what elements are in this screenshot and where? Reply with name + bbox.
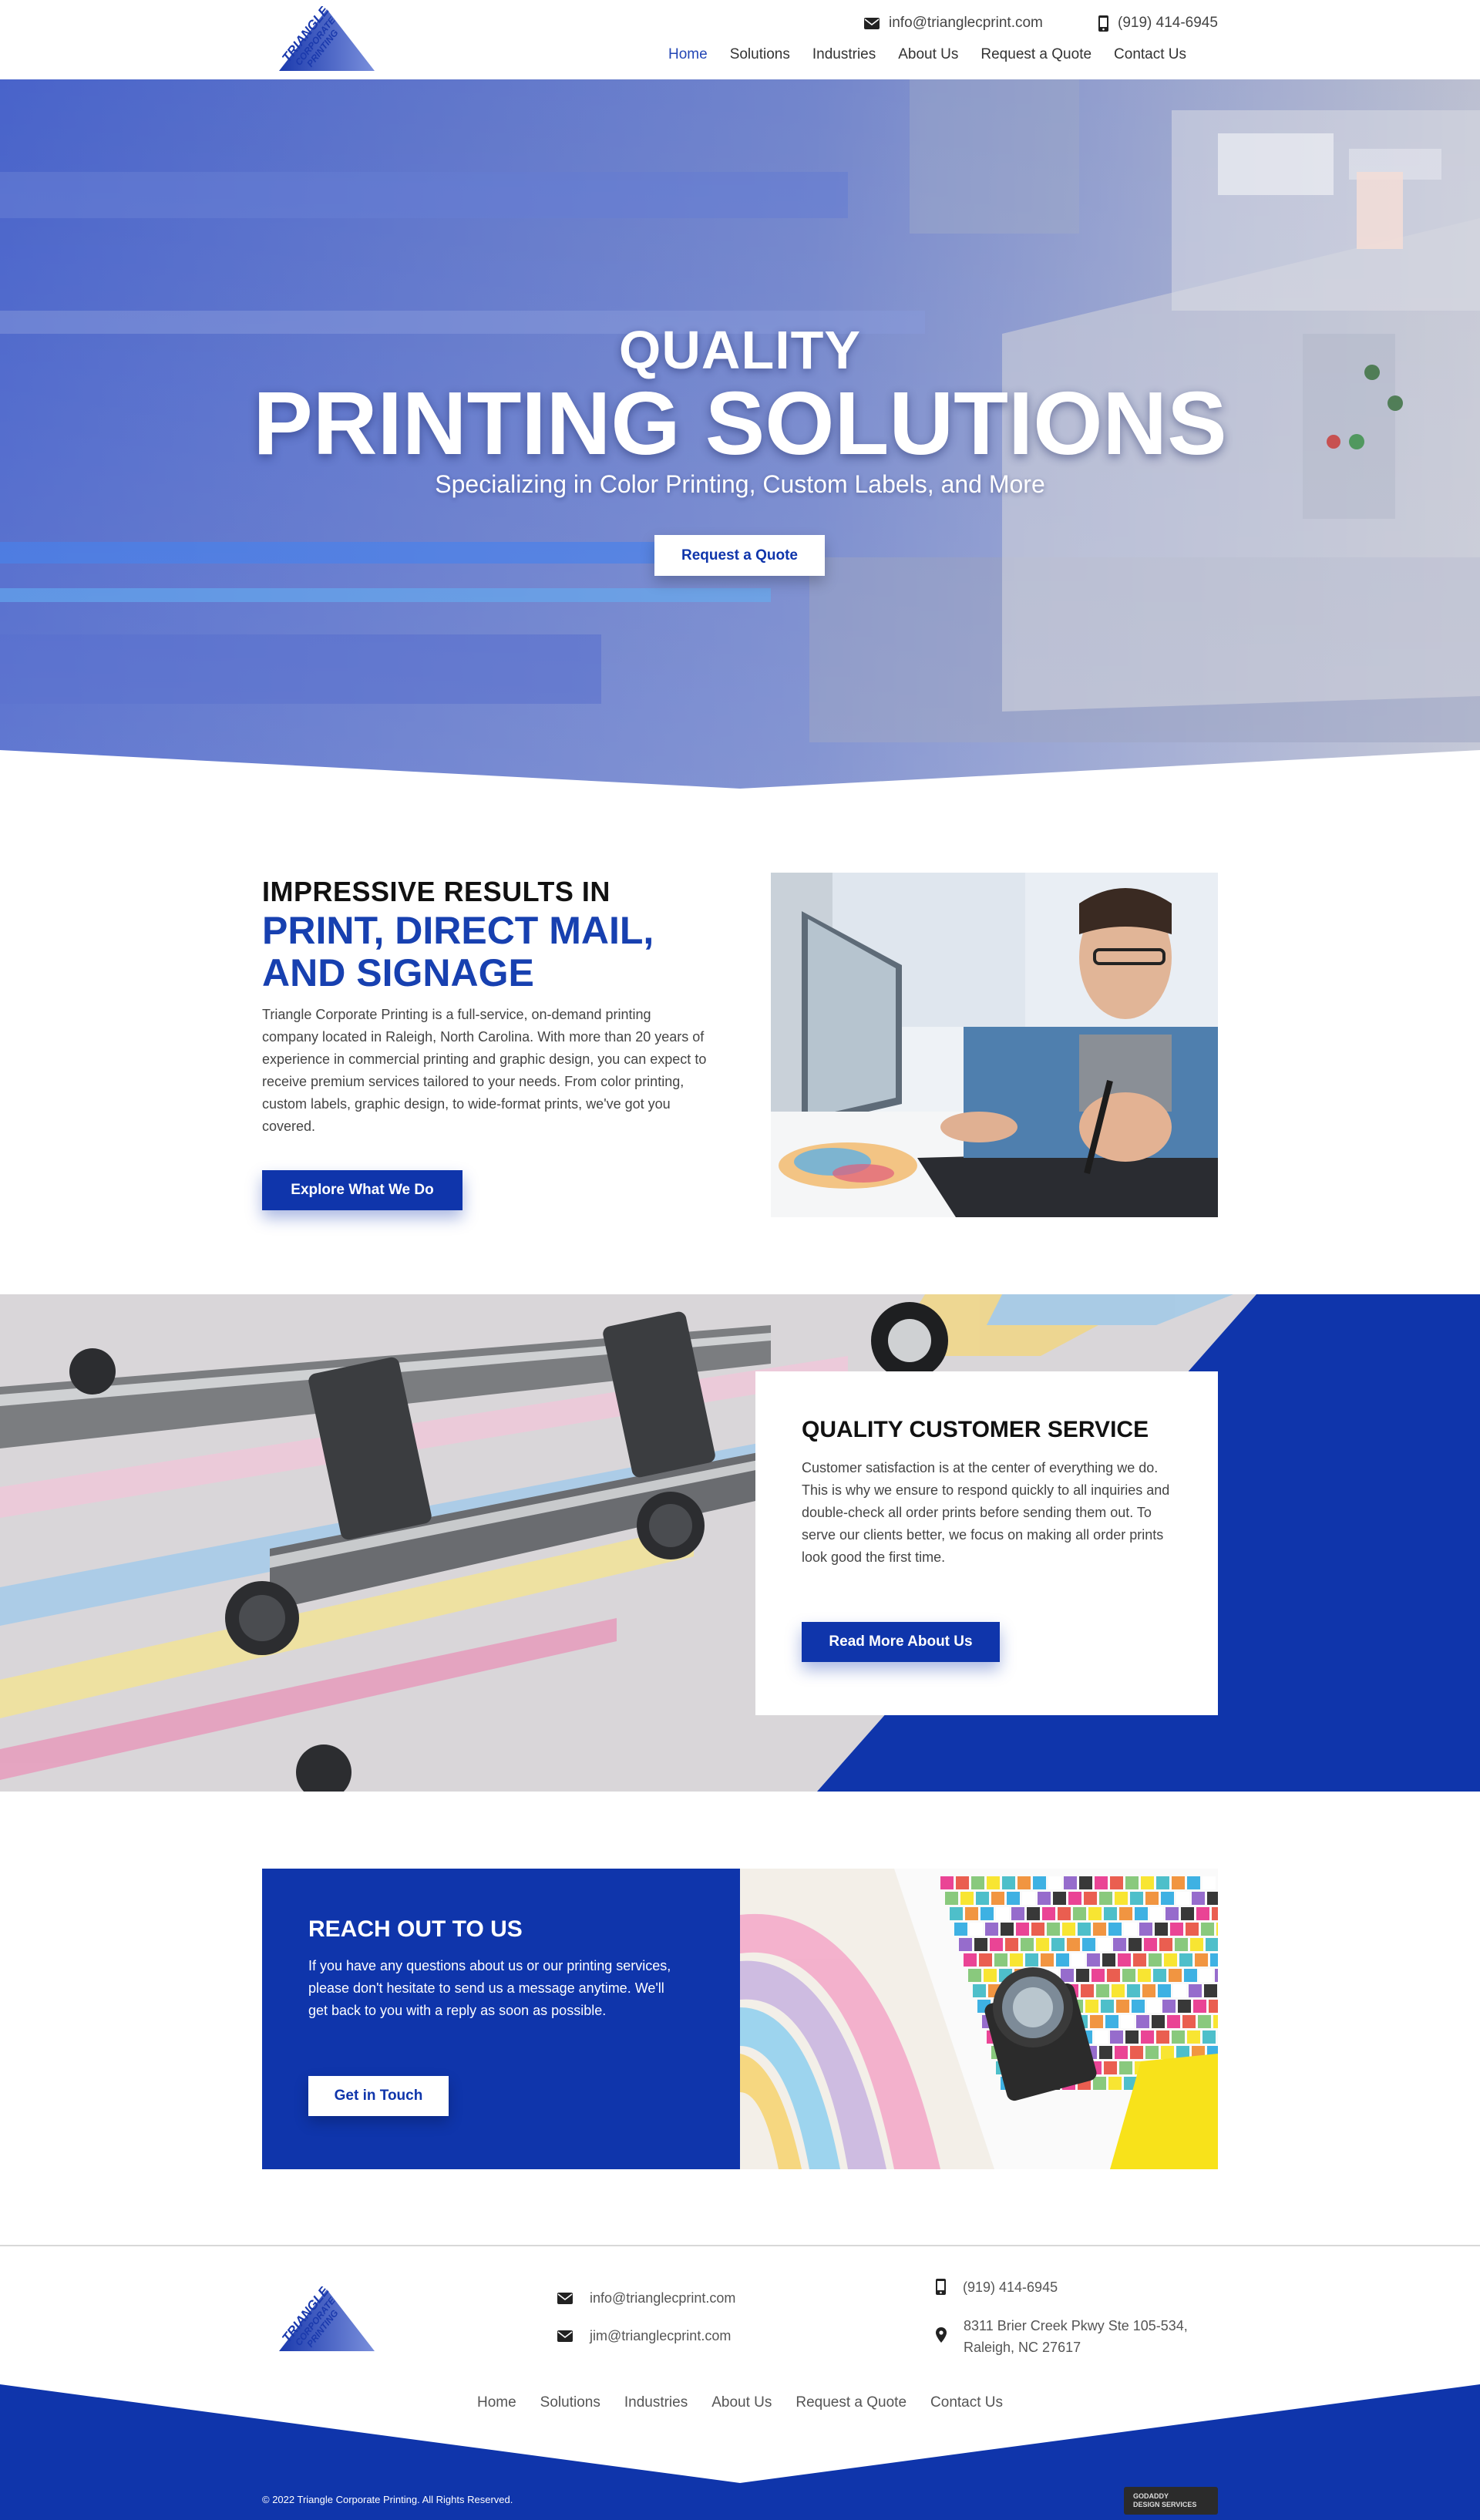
badge-line1: GODADDY xyxy=(1133,2492,1169,2500)
reach-heading: REACH OUT TO US xyxy=(308,1916,523,1942)
nav-home[interactable]: Home xyxy=(668,46,708,63)
mobile-phone-icon xyxy=(936,2279,946,2295)
nav-contact-us[interactable]: Contact Us xyxy=(1114,46,1186,63)
color-chart-loupe-photo xyxy=(740,1869,1218,2169)
map-pin-icon xyxy=(936,2327,947,2343)
footer-address-text: 8311 Brier Creek Pkwy Ste 105-534, Ralei… xyxy=(964,2315,1188,2358)
badge-line2: DESIGN SERVICES xyxy=(1133,2501,1197,2508)
footer-nav-home[interactable]: Home xyxy=(477,2394,516,2411)
footer-email-2-text: jim@trianglecprint.com xyxy=(590,2328,732,2343)
service-body: Customer satisfaction is at the center o… xyxy=(802,1460,1170,1565)
nav-request-a-quote[interactable]: Request a Quote xyxy=(980,46,1092,63)
mobile-phone-icon xyxy=(1098,15,1108,32)
designer-photo xyxy=(771,873,1218,1217)
godaddy-design-badge[interactable]: GODADDY DESIGN SERVICES xyxy=(1124,2487,1218,2515)
reach-body: If you have any questions about us or ou… xyxy=(308,1958,671,2018)
footer-nav: Home Solutions Industries About Us Reque… xyxy=(0,2394,1480,2411)
footer-nav-solutions[interactable]: Solutions xyxy=(540,2394,600,2411)
request-quote-button[interactable]: Request a Quote xyxy=(654,535,825,576)
footer-nav-request-a-quote[interactable]: Request a Quote xyxy=(796,2394,906,2411)
get-in-touch-button[interactable]: Get in Touch xyxy=(308,2076,449,2116)
printing-press-image xyxy=(0,1294,1480,1792)
footer-logo[interactable]: TRIANGLE CORPORATE PRINTING xyxy=(262,2286,375,2351)
copyright-text: © 2022 Triangle Corporate Printing. All … xyxy=(262,2494,513,2505)
header-phone-text: (919) 414-6945 xyxy=(1118,15,1218,31)
hero-subtitle: Specializing in Color Printing, Custom L… xyxy=(435,470,1045,498)
nav-industries[interactable]: Industries xyxy=(812,46,876,63)
footer-email-1[interactable]: info@trianglecprint.com xyxy=(557,2287,735,2309)
nav-solutions[interactable]: Solutions xyxy=(730,46,790,63)
footer-nav-contact-us[interactable]: Contact Us xyxy=(930,2394,1003,2411)
explore-what-we-do-button[interactable]: Explore What We Do xyxy=(262,1170,462,1210)
main-nav: Home Solutions Industries About Us Reque… xyxy=(668,46,1186,63)
footer-phone[interactable]: (919) 414-6945 xyxy=(936,2276,1058,2298)
site-logo[interactable]: TRIANGLE CORPORATE PRINTING xyxy=(262,6,375,71)
footer-nav-industries[interactable]: Industries xyxy=(624,2394,688,2411)
header-phone[interactable]: (919) 414-6945 xyxy=(1098,15,1218,32)
footer-nav-about-us[interactable]: About Us xyxy=(711,2394,772,2411)
footer-divider xyxy=(0,2245,1480,2246)
footer-email-2[interactable]: jim@trianglecprint.com xyxy=(557,2325,731,2347)
intro-heading-line1: IMPRESSIVE RESULTS IN xyxy=(262,876,610,907)
envelope-icon xyxy=(557,2293,573,2304)
footer-address-line2: Raleigh, NC 27617 xyxy=(964,2340,1081,2355)
header-email-text: info@trianglecprint.com xyxy=(889,15,1043,31)
footer-email-1-text: info@trianglecprint.com xyxy=(590,2290,736,2306)
site-header xyxy=(0,0,1480,79)
service-banner xyxy=(0,1294,1480,1792)
envelope-icon xyxy=(864,17,880,29)
read-more-about-us-button[interactable]: Read More About Us xyxy=(802,1622,1000,1662)
intro-heading-line3: AND SIGNAGE xyxy=(262,951,534,994)
hero-title-line2: PRINTING SOLUTIONS xyxy=(253,373,1227,473)
footer-address: 8311 Brier Creek Pkwy Ste 105-534, Ralei… xyxy=(936,2315,1188,2358)
nav-about-us[interactable]: About Us xyxy=(898,46,958,63)
header-email[interactable]: info@trianglecprint.com xyxy=(864,15,1043,32)
footer-address-line1: 8311 Brier Creek Pkwy Ste 105-534, xyxy=(964,2318,1188,2333)
service-heading: QUALITY CUSTOMER SERVICE xyxy=(802,1417,1149,1442)
intro-body: Triangle Corporate Printing is a full-se… xyxy=(262,1007,707,1134)
footer-phone-text: (919) 414-6945 xyxy=(963,2279,1058,2295)
intro-heading-line2: PRINT, DIRECT MAIL, xyxy=(262,909,654,952)
envelope-icon xyxy=(557,2330,573,2342)
